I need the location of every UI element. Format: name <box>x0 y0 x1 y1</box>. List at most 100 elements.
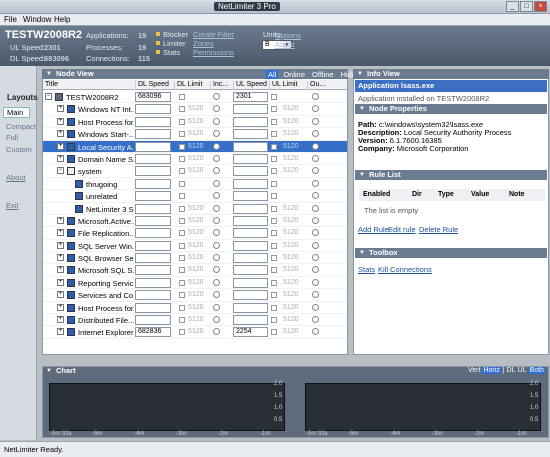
ul-limit-value[interactable]: 5120 <box>283 205 299 212</box>
ul-limit-checkbox[interactable] <box>271 180 277 187</box>
chart-ul[interactable]: UL <box>518 367 527 374</box>
outgoing-radio[interactable] <box>312 93 319 100</box>
ul-limit-checkbox[interactable] <box>271 193 277 200</box>
dl-limit-checkbox[interactable] <box>179 155 185 162</box>
dl-limit-checkbox[interactable] <box>179 279 185 286</box>
about-nav-link[interactable]: About <box>6 173 26 182</box>
layout-full[interactable]: Full <box>6 133 18 142</box>
limiter-toggle[interactable]: Limiter <box>163 39 186 48</box>
menu-window[interactable]: Window <box>23 15 51 24</box>
outgoing-radio[interactable] <box>312 117 319 125</box>
dl-limit-value[interactable]: 5120 <box>188 217 204 224</box>
incoming-radio[interactable] <box>213 179 220 187</box>
permissions-link[interactable]: Permissions <box>193 48 234 57</box>
dl-limit-checkbox[interactable] <box>179 242 185 249</box>
blocker-toggle[interactable]: Blocker <box>163 30 188 39</box>
expand-icon[interactable]: + <box>57 291 64 299</box>
ul-limit-value[interactable]: 5120 <box>283 266 299 273</box>
close-icon[interactable]: × <box>534 1 547 12</box>
table-row[interactable]: + Windows Start-... 5120 5120 <box>43 128 347 141</box>
dl-limit-value[interactable]: 5120 <box>188 254 204 261</box>
col-dl-speed[interactable]: DL Speed <box>135 81 169 90</box>
expand-icon[interactable]: + <box>57 117 64 125</box>
outgoing-radio[interactable] <box>312 328 319 336</box>
col-title[interactable]: Title <box>43 81 58 90</box>
rule-col-dir[interactable]: Dir <box>412 191 422 198</box>
expand-icon[interactable]: + <box>57 254 64 262</box>
minimize-icon[interactable]: _ <box>506 1 519 12</box>
incoming-radio[interactable] <box>213 291 220 299</box>
dl-limit-value[interactable]: 5120 <box>188 304 204 311</box>
table-row[interactable]: + Microsoft SQL S... 5120 5120 <box>43 264 347 277</box>
outgoing-radio[interactable] <box>312 278 319 286</box>
collapse-icon[interactable]: ▼ <box>359 248 365 258</box>
layout-custom[interactable]: Custom <box>6 145 32 154</box>
table-row[interactable]: + Host Process for... 5120 5120 <box>43 302 347 315</box>
incoming-radio[interactable] <box>213 204 220 212</box>
table-row[interactable]: − TESTW2008R2 683096 2301 <box>43 91 347 104</box>
dl-limit-checkbox[interactable] <box>179 217 185 224</box>
incoming-radio[interactable] <box>213 316 220 324</box>
col-ul-speed[interactable]: UL Speed <box>233 81 267 90</box>
ul-limit-value[interactable]: 5120 <box>283 217 299 224</box>
ul-limit-value[interactable]: 5120 <box>283 316 299 323</box>
rule-col-note[interactable]: Note <box>509 191 525 198</box>
dl-limit-checkbox[interactable] <box>179 180 185 187</box>
ul-limit-value[interactable]: 5120 <box>283 143 299 150</box>
outgoing-radio[interactable] <box>312 266 319 274</box>
incoming-radio[interactable] <box>213 254 220 262</box>
expand-icon[interactable]: + <box>57 229 64 237</box>
ul-limit-value[interactable]: 5120 <box>283 130 299 137</box>
ul-limit-value[interactable]: 5120 <box>283 229 299 236</box>
dl-limit-checkbox[interactable] <box>179 255 185 262</box>
ul-limit-checkbox[interactable] <box>271 106 277 113</box>
ul-limit-checkbox[interactable] <box>271 267 277 274</box>
filter-all[interactable]: All <box>266 70 279 79</box>
table-row[interactable]: NetLimiter 3 Ser... 5120 5120 <box>43 203 347 215</box>
table-row[interactable]: thrugoing <box>43 178 347 191</box>
ul-limit-value[interactable]: 5120 <box>283 304 299 311</box>
ul-limit-checkbox[interactable] <box>271 304 277 311</box>
add-rule-link[interactable]: Add Rule <box>358 225 389 234</box>
ul-limit-checkbox[interactable] <box>271 155 277 162</box>
outgoing-radio[interactable] <box>312 142 319 150</box>
incoming-radio[interactable] <box>213 142 220 150</box>
expand-icon[interactable]: + <box>57 316 64 324</box>
ul-limit-value[interactable]: 5120 <box>283 279 299 286</box>
ul-limit-checkbox[interactable] <box>271 205 277 212</box>
expand-icon[interactable]: + <box>57 216 64 224</box>
collapse-icon[interactable]: ▼ <box>359 104 365 114</box>
chart-vert[interactable]: Vert <box>468 367 480 374</box>
table-row[interactable]: unrelated <box>43 190 347 203</box>
expand-icon[interactable]: + <box>57 142 64 150</box>
outgoing-radio[interactable] <box>312 303 319 311</box>
outgoing-radio[interactable] <box>312 130 319 138</box>
table-row[interactable]: + Reporting Servic... 5120 5120 <box>43 277 347 290</box>
kill-connections-link[interactable]: Kill Connections <box>378 265 432 274</box>
dl-limit-value[interactable]: 5120 <box>188 279 204 286</box>
ul-limit-value[interactable]: 5120 <box>283 328 299 335</box>
dl-limit-checkbox[interactable] <box>179 118 185 125</box>
ul-limit-value[interactable]: 5120 <box>283 155 299 162</box>
incoming-radio[interactable] <box>213 303 220 311</box>
ul-limit-value[interactable]: 5120 <box>283 167 299 174</box>
ul-limit-value[interactable]: 5120 <box>283 105 299 112</box>
dl-limit-checkbox[interactable] <box>179 131 185 138</box>
table-row[interactable]: + SQL Browser Se... 5120 5120 <box>43 252 347 265</box>
dl-limit-value[interactable]: 5120 <box>188 266 204 273</box>
incoming-radio[interactable] <box>213 328 220 336</box>
col-dl-limit[interactable]: DL Limit <box>174 81 202 90</box>
maximize-icon[interactable]: □ <box>520 1 533 12</box>
dl-limit-value[interactable]: 5120 <box>188 316 204 323</box>
table-row[interactable]: + Local Security A... 5120 5120 <box>43 140 347 153</box>
layout-compact[interactable]: Compact <box>6 122 36 131</box>
expand-icon[interactable]: + <box>57 241 64 249</box>
ul-limit-checkbox[interactable] <box>271 292 277 299</box>
expand-icon[interactable]: + <box>57 328 64 336</box>
menu-file[interactable]: File <box>4 15 17 24</box>
ul-limit-checkbox[interactable] <box>271 131 277 138</box>
expand-icon[interactable]: + <box>57 303 64 311</box>
dl-limit-checkbox[interactable] <box>179 230 185 237</box>
dl-limit-value[interactable]: 5120 <box>188 205 204 212</box>
collapse-icon[interactable]: ▼ <box>357 69 363 79</box>
